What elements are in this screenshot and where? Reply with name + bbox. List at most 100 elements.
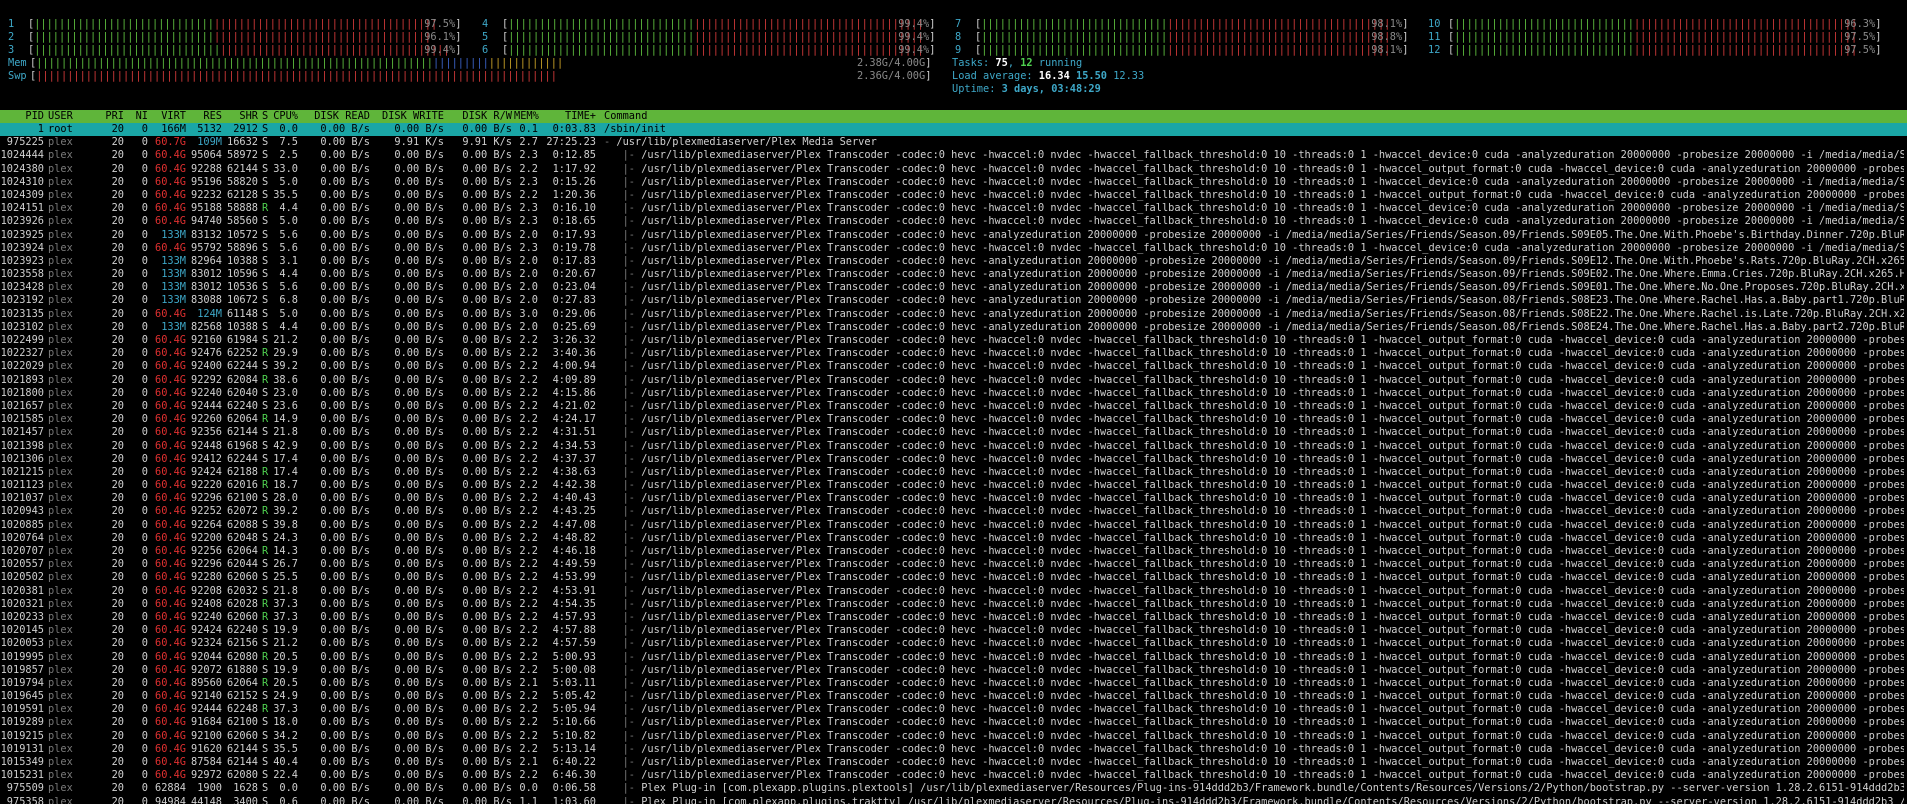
table-row[interactable]: 1023924 plex 20 0 60.4G 95792 58896 S 5.6 0.00 B/… bbox=[0, 242, 1907, 255]
cell-s: R bbox=[262, 347, 269, 360]
table-row[interactable]: 1020053 plex 20 0 60.4G 92324 62156 S 21.2 0.00 B… bbox=[0, 637, 1907, 650]
column-header-dwrite[interactable]: DISK WRITE bbox=[372, 110, 444, 123]
table-row[interactable]: 1020381 plex 20 0 60.4G 92208 62032 S 21.8 0.00 B… bbox=[0, 585, 1907, 598]
table-row[interactable]: 1023102 plex 20 0 133M 82568 10388 S 4.4 0.00 B/s… bbox=[0, 321, 1907, 334]
column-header-cpu[interactable]: CPU% bbox=[272, 110, 298, 123]
table-row-selected[interactable]: 1 root 20 0 166M 5132 2912 S 0.0 0.00 B/s 0.00 B/s… bbox=[0, 123, 1907, 137]
meter-label: 9 bbox=[955, 44, 962, 56]
process-table-header[interactable]: PID USER PRI NI VIRT RES SHR S CPU% DISK READ DISK… bbox=[0, 110, 1907, 123]
cell-mem: 2.3 bbox=[519, 241, 538, 254]
table-row[interactable]: 1024151 plex 20 0 60.4G 95188 58888 R 4.4 0.00 B/… bbox=[0, 202, 1907, 215]
cell-cpu: 35.5 bbox=[273, 742, 298, 755]
table-row[interactable]: 1023926 plex 20 0 60.4G 94740 58560 S 5.0 0.00 B/… bbox=[0, 215, 1907, 228]
column-header-virt[interactable]: VIRT bbox=[150, 110, 186, 123]
table-row[interactable]: 1021457 plex 20 0 60.4G 92356 62144 S 21.8 0.00 B… bbox=[0, 426, 1907, 439]
table-row[interactable]: 1020233 plex 20 0 60.4G 92240 62060 R 37.3 0.00 B… bbox=[0, 611, 1907, 624]
table-row[interactable]: 1023558 plex 20 0 133M 83012 10596 S 4.4 0.00 B/s… bbox=[0, 268, 1907, 281]
table-row[interactable]: 1024444 plex 20 0 60.4G 95064 58972 S 2.5 0.00 B/… bbox=[0, 149, 1907, 162]
table-row[interactable]: 1019645 plex 20 0 60.4G 92140 62152 S 24.9 0.00 B… bbox=[0, 690, 1907, 703]
column-header-shr[interactable]: SHR bbox=[222, 110, 258, 123]
table-row[interactable]: 1023925 plex 20 0 133M 83132 10572 S 5.6 0.00 B/s… bbox=[0, 229, 1907, 242]
table-row[interactable]: 1021306 plex 20 0 60.4G 92412 62244 S 17.4 0.00 B… bbox=[0, 453, 1907, 466]
table-row[interactable]: 1022327 plex 20 0 60.4G 92476 62252 R 29.9 0.00 B… bbox=[0, 347, 1907, 360]
cell-drw: 0.00 B/s bbox=[462, 149, 512, 162]
table-row[interactable]: 1015231 plex 20 0 60.4G 92972 62080 S 22.4 0.00 B… bbox=[0, 769, 1907, 782]
meter-value: 97.5% bbox=[1844, 31, 1876, 43]
cell-time: 4:47.08 bbox=[552, 518, 596, 531]
table-row[interactable]: 1023192 plex 20 0 133M 83088 10672 S 6.8 0.00 B/s… bbox=[0, 294, 1907, 307]
table-row[interactable]: 1019857 plex 20 0 60.4G 92072 61880 S 19.9 0.00 B… bbox=[0, 664, 1907, 677]
table-row[interactable]: 1023923 plex 20 0 133M 82964 10388 S 3.1 0.00 B/s… bbox=[0, 255, 1907, 268]
cell-pri: 20 bbox=[111, 188, 124, 201]
table-row[interactable]: 975225 plex 20 0 60.7G 109M 16632 S 7.5 0.00 B/s 9… bbox=[0, 136, 1907, 149]
table-row[interactable]: 1021123 plex 20 0 60.4G 92220 62016 R 18.7 0.00 B… bbox=[0, 479, 1907, 492]
table-row[interactable]: 1020943 plex 20 0 60.4G 92252 62072 R 39.2 0.00 B… bbox=[0, 505, 1907, 518]
table-row[interactable]: 1021585 plex 20 0 60.4G 92260 62064 R 14.9 0.00 B… bbox=[0, 413, 1907, 426]
process-list[interactable]: 1 root 20 0 166M 5132 2912 S 0.0 0.00 B/s 0.00 B/s… bbox=[0, 123, 1907, 804]
table-row[interactable]: 1020557 plex 20 0 60.4G 92296 62044 S 26.7 0.00 B… bbox=[0, 558, 1907, 571]
table-row[interactable]: 1024380 plex 20 0 60.4G 92288 62144 S 33.0 0.00 B… bbox=[0, 163, 1907, 176]
column-header-pid[interactable]: PID bbox=[0, 110, 44, 123]
table-row[interactable]: 1019289 plex 20 0 60.4G 91684 62100 S 18.0 0.00 B… bbox=[0, 716, 1907, 729]
cell-virt: 60.4G bbox=[155, 465, 186, 478]
cell-drw: 0.00 B/s bbox=[462, 123, 512, 135]
tree-branch: |- bbox=[604, 149, 642, 162]
table-row[interactable]: 1019131 plex 20 0 60.4G 91620 62144 S 35.5 0.00 B… bbox=[0, 743, 1907, 756]
cell-dwrite: 0.00 B/s bbox=[394, 742, 444, 755]
table-row[interactable]: 1020502 plex 20 0 60.4G 92280 62060 S 25.5 0.00 B… bbox=[0, 571, 1907, 584]
meter-bar: ||||||||||||||||||||||||||||||||||||||||… bbox=[981, 31, 1403, 43]
column-header-time[interactable]: TIME+ bbox=[540, 110, 596, 123]
cell-pid: 1021398 bbox=[0, 439, 44, 452]
cell-pid: 1022327 bbox=[0, 347, 44, 360]
table-row[interactable]: 1021800 plex 20 0 60.4G 92240 62040 S 23.0 0.00 B… bbox=[0, 387, 1907, 400]
cell-user: plex bbox=[48, 254, 73, 267]
table-row[interactable]: 1019995 plex 20 0 60.4G 92044 62080 R 20.5 0.00 B… bbox=[0, 651, 1907, 664]
column-header-cmd[interactable]: Command bbox=[604, 110, 1904, 123]
cell-ni: 0 bbox=[141, 241, 148, 254]
column-header-mem[interactable]: MEM% bbox=[514, 110, 539, 123]
cell-pid: 1023923 bbox=[0, 254, 44, 267]
column-header-user[interactable]: USER bbox=[48, 110, 88, 123]
table-row[interactable]: 1024310 plex 20 0 60.4G 95196 58820 S 5.0 0.00 B/… bbox=[0, 176, 1907, 189]
cell-s: S bbox=[262, 571, 269, 584]
cell-mem: 2.2 bbox=[519, 769, 538, 782]
table-row[interactable]: 975509 plex 20 0 62884 1900 1628 S 0.0 0.00 B/s 0.… bbox=[0, 782, 1907, 795]
column-header-ni[interactable]: NI bbox=[128, 110, 148, 123]
cell-user: plex bbox=[48, 518, 73, 531]
table-row[interactable]: 1021215 plex 20 0 60.4G 92424 62188 R 17.4 0.00 B… bbox=[0, 466, 1907, 479]
table-row[interactable]: 1021398 plex 20 0 60.4G 92448 61968 S 42.9 0.00 B… bbox=[0, 440, 1907, 453]
table-row[interactable]: 1015349 plex 20 0 60.4G 87584 62144 S 40.4 0.00 B… bbox=[0, 756, 1907, 769]
table-row[interactable]: 1020321 plex 20 0 60.4G 92408 62028 R 37.3 0.00 B… bbox=[0, 598, 1907, 611]
table-row[interactable]: 1020885 plex 20 0 60.4G 92264 62088 S 39.8 0.00 B… bbox=[0, 519, 1907, 532]
cell-s: S bbox=[262, 624, 269, 637]
table-row[interactable]: 1023135 plex 20 0 60.4G 124M 61148 S 5.0 0.00 B/s… bbox=[0, 308, 1907, 321]
uptime-value: 3 days, 03:48:29 bbox=[1001, 83, 1101, 95]
table-row[interactable]: 1021657 plex 20 0 60.4G 92444 62240 S 23.6 0.00 B… bbox=[0, 400, 1907, 413]
table-row[interactable]: 1020764 plex 20 0 60.4G 92200 62048 S 24.3 0.00 B… bbox=[0, 532, 1907, 545]
column-header-s[interactable]: S bbox=[262, 110, 272, 123]
table-row[interactable]: 1022499 plex 20 0 60.4G 92160 61984 S 21.2 0.00 B… bbox=[0, 334, 1907, 347]
table-row[interactable]: 975358 plex 20 0 94984 44148 3400 S 0.6 0.00 B/s 0… bbox=[0, 796, 1907, 804]
column-header-pri[interactable]: PRI bbox=[100, 110, 124, 123]
column-header-dread[interactable]: DISK READ bbox=[300, 110, 370, 123]
column-header-res[interactable]: RES bbox=[188, 110, 222, 123]
table-row[interactable]: 1020145 plex 20 0 60.4G 92424 62240 S 19.9 0.00 B… bbox=[0, 624, 1907, 637]
table-row[interactable]: 1019591 plex 20 0 60.4G 92444 62248 R 37.3 0.00 B… bbox=[0, 703, 1907, 716]
table-row[interactable]: 1024309 plex 20 0 60.4G 92232 62128 S 35.5 0.00 B… bbox=[0, 189, 1907, 202]
table-row[interactable]: 1019215 plex 20 0 60.4G 92100 62060 S 34.2 0.00 B… bbox=[0, 730, 1907, 743]
table-row[interactable]: 1021893 plex 20 0 60.4G 92292 62084 R 38.6 0.00 B… bbox=[0, 374, 1907, 387]
table-row[interactable]: 1021037 plex 20 0 60.4G 92296 62100 S 28.0 0.00 B… bbox=[0, 492, 1907, 505]
meter-bracket-close: ] bbox=[1875, 44, 1882, 56]
table-row[interactable]: 1022029 plex 20 0 60.4G 92400 62244 S 39.2 0.00 B… bbox=[0, 360, 1907, 373]
column-header-drw[interactable]: DISK R/W bbox=[448, 110, 512, 123]
cell-user: plex bbox=[48, 610, 73, 623]
cell-pri: 20 bbox=[111, 492, 124, 505]
meter-bar: ||||||||||||||||||||||||||||||||||||||||… bbox=[508, 44, 930, 56]
table-row[interactable]: 1019794 plex 20 0 60.4G 89560 62064 R 20.5 0.00 B… bbox=[0, 677, 1907, 690]
table-row[interactable]: 1020707 plex 20 0 60.4G 92256 62064 R 14.3 0.00 B… bbox=[0, 545, 1907, 558]
command-text: Plex Plug-in [com.plexapp.plugins.plexto… bbox=[641, 782, 1904, 795]
cell-pid: 1019645 bbox=[0, 690, 44, 703]
cell-mem: 2.2 bbox=[519, 347, 538, 360]
table-row[interactable]: 1023428 plex 20 0 133M 83012 10536 S 5.6 0.00 B/s… bbox=[0, 281, 1907, 294]
cell-drw: 0.00 B/s bbox=[462, 769, 512, 782]
